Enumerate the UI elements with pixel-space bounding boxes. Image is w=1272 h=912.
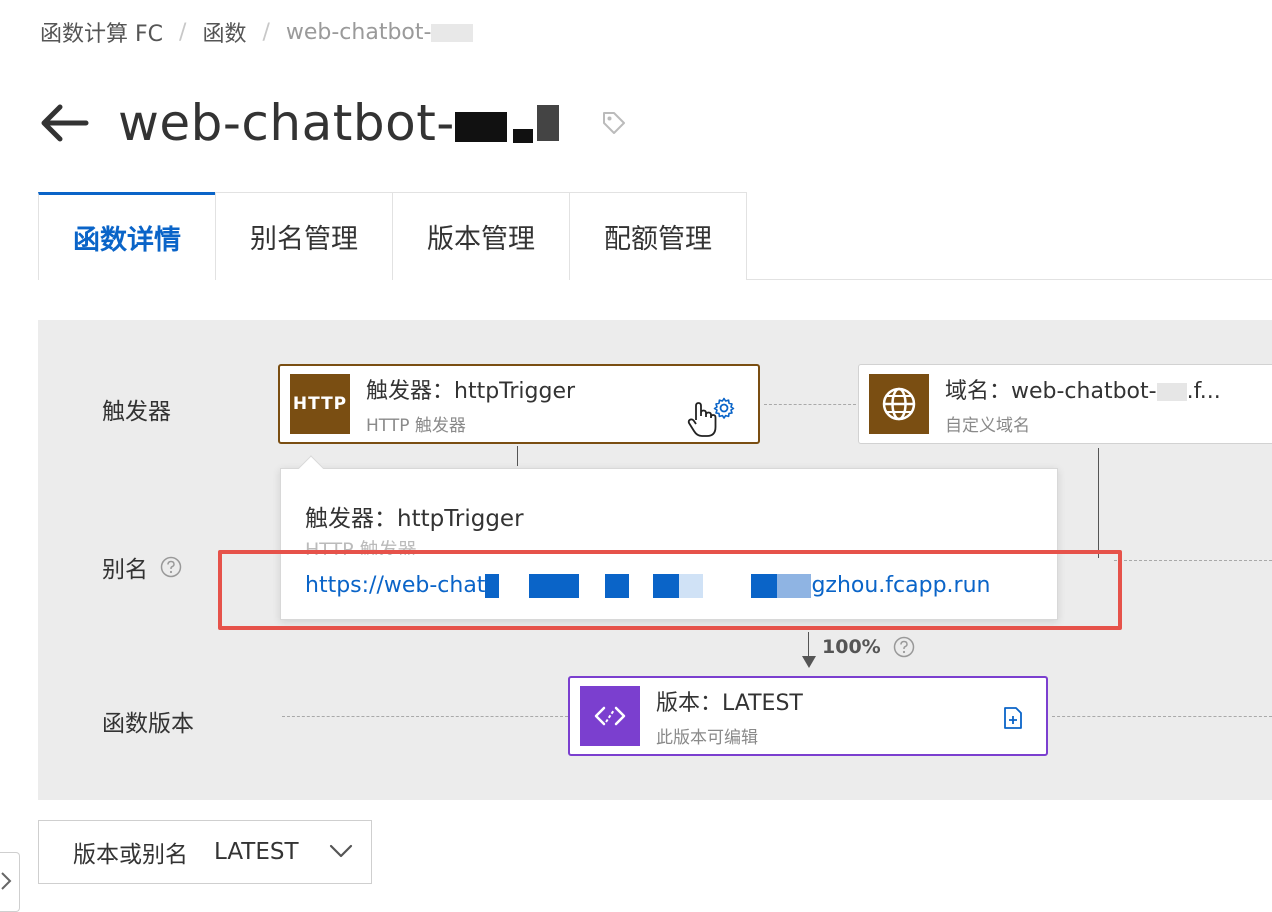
version-node-title: 版本：LATEST: [656, 690, 803, 716]
breadcrumb-functions[interactable]: 函数: [202, 16, 246, 48]
breadcrumb-separator: /: [179, 19, 187, 45]
globe-icon: [869, 374, 929, 434]
breadcrumb-current: web-chatbot-: [286, 20, 474, 45]
arrow-down-icon: [802, 656, 816, 668]
page-title: web-chatbot-: [118, 94, 455, 152]
version-alias-select[interactable]: 版本或别名 LATEST: [38, 820, 372, 884]
chevron-right-icon: [1, 872, 12, 890]
tab-version-management[interactable]: 版本管理: [392, 192, 570, 280]
traffic-weight: 100%: [822, 636, 915, 658]
tab-alias-management[interactable]: 别名管理: [215, 192, 393, 280]
select-value: LATEST: [214, 839, 299, 865]
url-highlight-box: [218, 550, 1122, 630]
tab-quota-management[interactable]: 配额管理: [569, 192, 747, 280]
breadcrumb: 函数计算 FC / 函数 / web-chatbot-: [40, 16, 474, 48]
trigger-node[interactable]: HTTP 触发器：httpTrigger HTTP 触发器: [278, 364, 760, 444]
breadcrumb-fc[interactable]: 函数计算 FC: [40, 16, 163, 48]
connector-line: [1114, 560, 1272, 561]
side-panel-toggle[interactable]: [0, 852, 20, 912]
domain-node-title: 域名：web-chatbot- .f...: [945, 378, 1221, 404]
help-icon[interactable]: [893, 636, 915, 658]
select-label: 版本或别名: [73, 842, 188, 868]
row-label-alias: 别名: [102, 550, 182, 584]
row-label-trigger: 触发器: [102, 399, 171, 425]
help-icon[interactable]: [160, 556, 182, 578]
version-node[interactable]: 版本：LATEST 此版本可编辑: [568, 676, 1048, 756]
connector-line: [1052, 716, 1272, 717]
domain-node-subtitle: 自定义域名: [945, 415, 1030, 436]
tab-bar: 函数详情 别名管理 版本管理 配额管理: [38, 192, 1272, 280]
connector-line: [764, 404, 856, 405]
connector-line: [1098, 448, 1099, 558]
domain-node[interactable]: 域名：web-chatbot- .f... 自定义域名: [858, 364, 1272, 444]
back-arrow-icon[interactable]: [38, 103, 90, 143]
tag-icon[interactable]: [601, 110, 627, 136]
hand-cursor-icon: [687, 402, 717, 437]
row-label-version: 函数版本: [102, 711, 194, 737]
connector-line: [282, 716, 568, 717]
popover-title: 触发器：httpTrigger: [305, 506, 524, 532]
trigger-node-subtitle: HTTP 触发器: [366, 415, 466, 436]
page-header: web-chatbot-: [38, 88, 627, 158]
breadcrumb-separator: /: [262, 19, 270, 45]
http-icon: HTTP: [290, 374, 350, 434]
chevron-down-icon: [329, 844, 353, 858]
version-icon: [580, 686, 640, 746]
tab-function-details[interactable]: 函数详情: [38, 192, 216, 280]
version-node-subtitle: 此版本可编辑: [656, 727, 758, 748]
redacted-title-suffix: [454, 103, 559, 143]
connector-line: [517, 446, 518, 466]
trigger-node-title: 触发器：httpTrigger: [366, 378, 576, 404]
add-file-icon[interactable]: [1002, 706, 1024, 730]
